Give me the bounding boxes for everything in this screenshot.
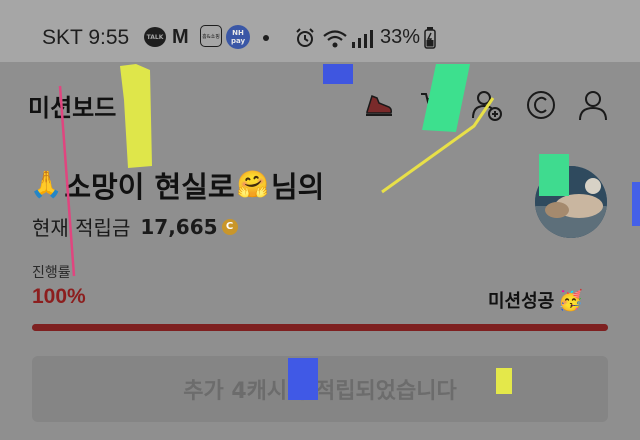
blue-marker-top [323, 64, 353, 84]
scribble-overlay [58, 64, 640, 400]
blue-marker-edge [632, 182, 640, 226]
green-highlight-block [422, 64, 470, 132]
green-highlight-avatar [539, 154, 569, 196]
yellow-highlight-small [496, 368, 512, 394]
blue-marker-bottom [288, 358, 318, 400]
yellow-highlight-block [120, 64, 152, 168]
pink-marker-line [58, 85, 76, 277]
